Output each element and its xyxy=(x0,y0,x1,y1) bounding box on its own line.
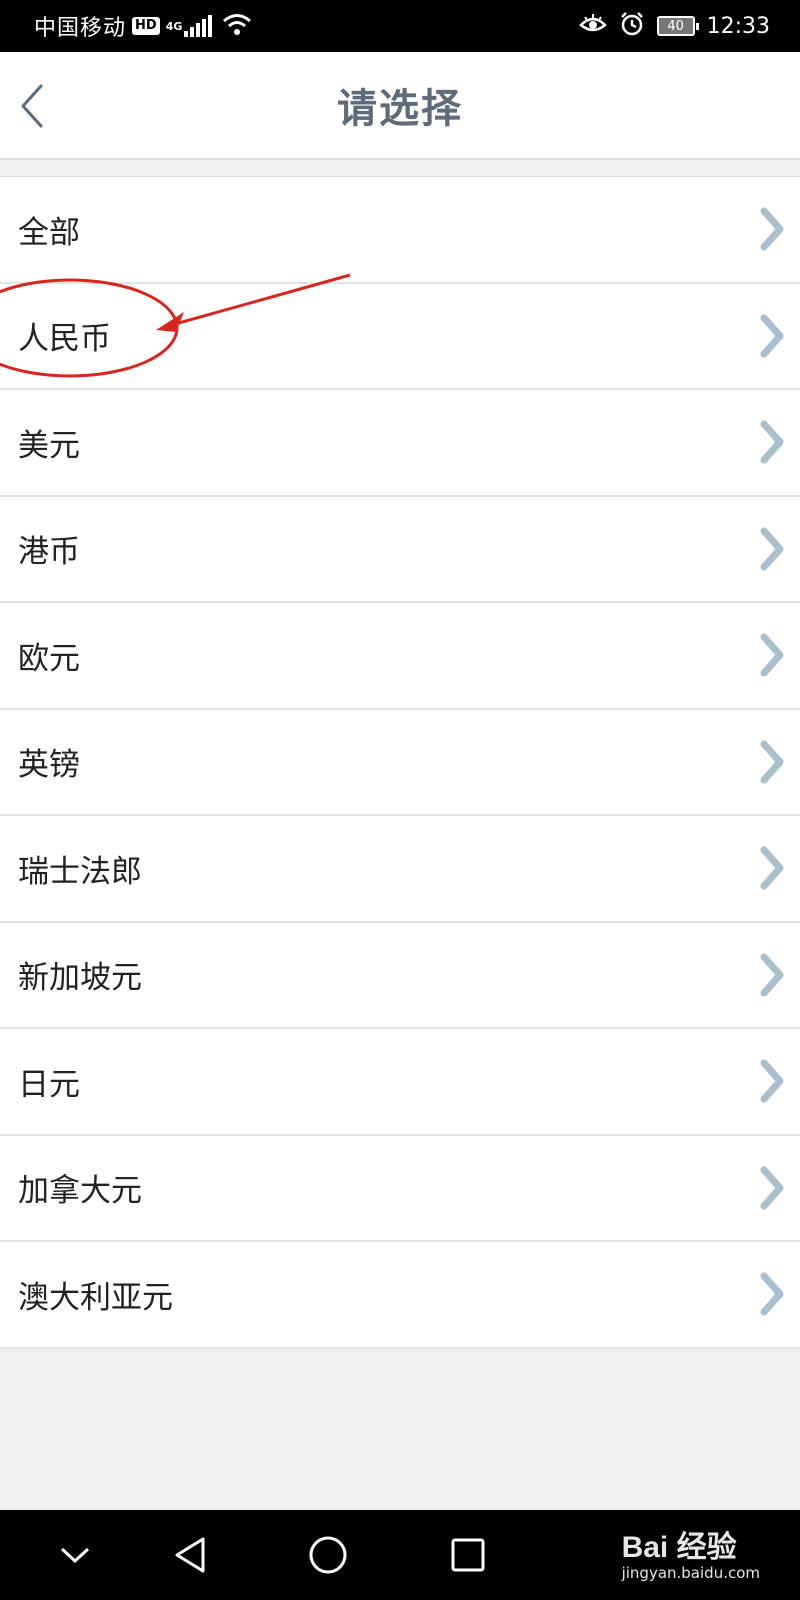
baidu-jingyan-watermark: Bai 经验 jingyan.baidu.com xyxy=(622,1522,760,1582)
chevron-right-icon xyxy=(758,207,786,251)
list-item[interactable]: 人民币 xyxy=(0,284,800,390)
list-item[interactable]: 日元 xyxy=(0,1029,800,1136)
chevron-left-icon xyxy=(21,84,43,128)
chevron-right-icon xyxy=(758,1166,786,1210)
list-item[interactable]: 港币 xyxy=(0,497,800,603)
watermark-url: jingyan.baidu.com xyxy=(621,1564,760,1582)
alarm-icon xyxy=(619,11,645,41)
battery-level: 40 xyxy=(667,18,684,34)
chevron-right-icon xyxy=(758,314,786,358)
screen: 中国移动 HD 4G 40 12:33 请选择 全部 人民币 美元 港币 欧元 … xyxy=(0,0,800,1600)
nav-hide-button[interactable] xyxy=(50,1530,100,1580)
circle-home-icon xyxy=(309,1536,347,1574)
battery-icon: 40 xyxy=(656,16,699,36)
list-item[interactable]: 欧元 xyxy=(0,603,800,710)
chevron-right-icon xyxy=(758,953,786,997)
square-recents-icon xyxy=(451,1538,485,1572)
eye-icon xyxy=(578,13,607,39)
list-item[interactable]: 美元 xyxy=(0,390,800,497)
triangle-back-icon xyxy=(175,1537,205,1573)
list-item-label: 全部 xyxy=(18,214,80,251)
hd-badge: HD xyxy=(132,17,160,35)
header-bar: 请选择 xyxy=(0,52,800,160)
carrier-name: 中国移动 xyxy=(34,16,127,41)
list-item[interactable]: 加拿大元 xyxy=(0,1136,800,1242)
nav-back-button[interactable] xyxy=(165,1530,215,1580)
list-item-label: 瑞士法郎 xyxy=(18,853,142,890)
status-left: 中国移动 HD 4G xyxy=(34,10,252,42)
nav-recents-button[interactable] xyxy=(443,1530,493,1580)
list-item-label: 欧元 xyxy=(18,640,80,677)
list-item-label: 加拿大元 xyxy=(18,1173,142,1210)
list-item[interactable]: 澳大利亚元 xyxy=(0,1242,800,1349)
list-item-label: 美元 xyxy=(18,427,80,464)
list-item-label: 新加坡元 xyxy=(18,960,142,997)
list-item-label: 日元 xyxy=(18,1066,80,1103)
status-right: 40 12:33 xyxy=(578,11,770,41)
list-item-label: 澳大利亚元 xyxy=(18,1279,173,1316)
list-item-label: 港币 xyxy=(18,534,80,571)
chevron-down-icon xyxy=(60,1547,90,1564)
chevron-right-icon xyxy=(758,420,786,464)
list-item[interactable]: 英镑 xyxy=(0,710,800,816)
currency-list: 全部人民币美元港币欧元英镑瑞士法郎新加坡元日元加拿大元澳大利亚元 xyxy=(0,176,800,1349)
network-type: 4G xyxy=(165,20,183,33)
list-item-label: 英镑 xyxy=(18,747,80,784)
chevron-right-icon xyxy=(758,527,786,571)
page-title: 请选择 xyxy=(337,86,463,132)
back-button[interactable] xyxy=(12,78,52,134)
wifi-icon xyxy=(222,12,252,40)
watermark-logo: Bai 经验 xyxy=(621,1531,737,1564)
chevron-right-icon xyxy=(758,1272,786,1316)
list-item[interactable]: 瑞士法郎 xyxy=(0,816,800,923)
nav-home-button[interactable] xyxy=(303,1530,353,1580)
list-item[interactable]: 新加坡元 xyxy=(0,923,800,1029)
status-bar: 中国移动 HD 4G 40 12:33 xyxy=(0,0,800,52)
chevron-right-icon xyxy=(758,846,786,890)
chevron-right-icon xyxy=(758,740,786,784)
system-nav-bar: Bai 经验 jingyan.baidu.com xyxy=(0,1510,800,1600)
chevron-right-icon xyxy=(758,1059,786,1103)
chevron-right-icon xyxy=(758,633,786,677)
list-item-label: 人民币 xyxy=(18,321,111,358)
signal-icon xyxy=(184,15,214,37)
list-item[interactable]: 全部 xyxy=(0,177,800,284)
clock: 12:33 xyxy=(706,13,770,39)
